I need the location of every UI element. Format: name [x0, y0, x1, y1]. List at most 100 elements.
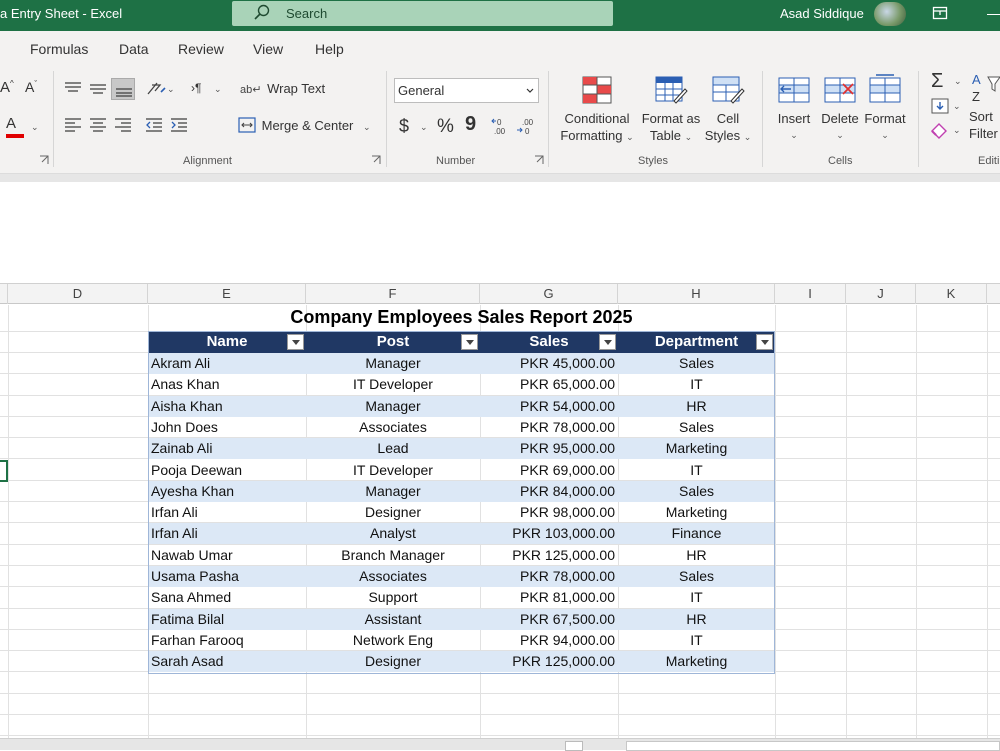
ribbon-display-icon[interactable]: [932, 5, 948, 21]
group-separator: [918, 71, 919, 167]
title-bar: a Entry Sheet - Excel Search Asad Siddiq…: [0, 0, 1000, 31]
fill-icon[interactable]: [930, 97, 950, 115]
chevron-down-icon[interactable]: ⌄: [420, 122, 428, 133]
chevron-down-icon: ⌄: [363, 122, 371, 132]
currency-button[interactable]: $: [399, 116, 409, 137]
svg-text:.00: .00: [494, 127, 506, 136]
svg-text:0: 0: [525, 127, 530, 136]
comma-style-button[interactable]: 9: [465, 113, 476, 136]
insert-button[interactable]: Insert ⌄: [772, 73, 816, 151]
format-as-table-icon: [655, 76, 688, 104]
autosum-icon[interactable]: Σ: [931, 70, 943, 93]
selected-cell[interactable]: [0, 460, 8, 482]
grow-font-button[interactable]: A^: [0, 79, 14, 96]
formula-bar-area[interactable]: [0, 182, 1000, 272]
number-dialog-launcher-icon[interactable]: [534, 155, 544, 165]
format-as-table-button[interactable]: Format as Table ⌄: [641, 73, 701, 151]
text-direction-button[interactable]: ›¶: [191, 81, 201, 95]
alignment-group-label: Alignment: [183, 155, 232, 167]
tab-view[interactable]: View: [253, 41, 283, 57]
increase-indent-icon[interactable]: [170, 117, 188, 133]
align-bottom-icon: [116, 88, 132, 97]
increase-decimal-icon[interactable]: 0 .00: [491, 116, 513, 136]
decrease-indent-icon[interactable]: [145, 117, 163, 133]
chevron-down-icon[interactable]: ⌄: [31, 122, 39, 133]
alignment-dialog-launcher-icon[interactable]: [371, 155, 381, 165]
tab-help[interactable]: Help: [315, 41, 344, 57]
insert-cells-icon: [778, 77, 810, 103]
search-placeholder: Search: [286, 6, 328, 21]
delete-button[interactable]: Delete ⌄: [818, 73, 862, 151]
gridline: [0, 735, 1000, 737]
ribbon: A^ Aˇ A ⌄ ⌄ ›¶ ⌄ ab↵ Wrap Text Merge & C…: [0, 67, 1000, 174]
column-headers: D E F G H I J K: [0, 283, 1000, 304]
group-separator: [762, 71, 763, 167]
decrease-decimal-icon[interactable]: .00 0: [516, 116, 538, 136]
search-icon: [254, 4, 270, 20]
minimize-icon[interactable]: [987, 14, 1000, 15]
font-color-button[interactable]: A: [6, 115, 24, 138]
align-right-icon[interactable]: [114, 117, 132, 133]
gridline: [0, 714, 1000, 715]
sheet-tab-bar: [0, 738, 1000, 751]
merge-center-button[interactable]: Merge & Center ⌄: [238, 117, 371, 133]
group-separator: [386, 71, 387, 167]
align-center-icon[interactable]: [89, 117, 107, 133]
align-middle-icon[interactable]: [89, 81, 107, 95]
gridline: [0, 692, 1000, 694]
group-separator: [53, 71, 54, 167]
cell-styles-button[interactable]: Cell Styles ⌄: [702, 73, 754, 151]
align-left-icon[interactable]: [64, 117, 82, 133]
column-header-j[interactable]: J: [846, 284, 916, 304]
column-header-g[interactable]: G: [480, 284, 618, 304]
column-header-i[interactable]: I: [775, 284, 846, 304]
chevron-down-icon: [526, 88, 534, 93]
chevron-down-icon[interactable]: ⌄: [167, 84, 175, 95]
conditional-formatting-icon: [582, 76, 612, 104]
column-header-d[interactable]: D: [8, 284, 148, 304]
wrap-text-icon: ab↵: [240, 84, 262, 96]
tab-data[interactable]: Data: [119, 41, 149, 57]
sort-filter-button[interactable]: A Z Sort Filter: [966, 71, 1000, 151]
conditional-formatting-button[interactable]: Conditional Formatting ⌄: [556, 73, 638, 151]
chevron-down-icon[interactable]: ⌄: [954, 76, 962, 87]
editing-group-label: Editi: [978, 155, 1000, 167]
table-border: [148, 331, 775, 674]
column-header-c[interactable]: [0, 284, 8, 304]
delete-cells-icon: [824, 77, 856, 103]
tab-review[interactable]: Review: [178, 41, 224, 57]
align-bottom-button[interactable]: [111, 78, 135, 100]
menu-bar: Formulas Data Review View Help: [0, 31, 1000, 67]
user-name[interactable]: Asad Siddique: [780, 6, 864, 21]
column-header-k[interactable]: K: [916, 284, 987, 304]
percent-button[interactable]: %: [437, 116, 454, 138]
column-header-f[interactable]: F: [306, 284, 480, 304]
chevron-down-icon[interactable]: ⌄: [214, 84, 222, 95]
styles-group-label: Styles: [638, 155, 668, 167]
clear-icon[interactable]: [929, 121, 951, 139]
report-title[interactable]: Company Employees Sales Report 2025: [148, 307, 775, 329]
svg-text:A: A: [972, 72, 981, 87]
number-group-label: Number: [436, 155, 476, 167]
merge-center-icon: [238, 117, 256, 133]
avatar[interactable]: [874, 2, 906, 26]
cells-group-label: Cells: [828, 155, 853, 167]
search-box[interactable]: Search: [232, 1, 613, 26]
tab-formulas[interactable]: Formulas: [30, 41, 88, 57]
orientation-icon[interactable]: [145, 79, 167, 97]
cell-styles-icon: [712, 76, 745, 104]
shrink-font-button[interactable]: Aˇ: [25, 79, 37, 95]
font-dialog-launcher-icon[interactable]: [39, 155, 49, 165]
chevron-down-icon[interactable]: ⌄: [953, 101, 961, 112]
chevron-down-icon[interactable]: ⌄: [953, 125, 961, 136]
format-button[interactable]: Format ⌄: [862, 73, 908, 151]
align-top-icon[interactable]: [64, 81, 82, 95]
column-header-h[interactable]: H: [618, 284, 775, 304]
sort-filter-icon: A Z: [972, 72, 1000, 104]
svg-text:0: 0: [497, 118, 502, 127]
document-title: a Entry Sheet - Excel: [0, 6, 123, 21]
column-header-e[interactable]: E: [148, 284, 306, 304]
group-separator: [548, 71, 549, 167]
wrap-text-button[interactable]: ab↵ Wrap Text: [240, 81, 325, 96]
number-format-select[interactable]: General: [394, 78, 539, 103]
